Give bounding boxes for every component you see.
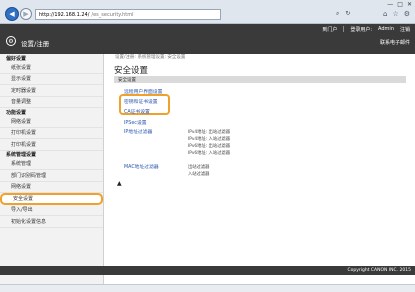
sidebar-item-init[interactable]: 初始化设置信息 bbox=[0, 216, 103, 228]
home-icon[interactable]: ⌂ bbox=[383, 10, 387, 18]
section-header: 安全设置 bbox=[114, 76, 406, 83]
browser-right-tools: ⌂ ☆ ⚙ bbox=[383, 10, 410, 18]
refresh-icon[interactable]: ↻ bbox=[345, 10, 350, 18]
arrow-left-icon: ◀ bbox=[9, 10, 15, 18]
minimize-button[interactable]: — bbox=[387, 1, 393, 8]
forward-button[interactable]: ▶ bbox=[20, 8, 32, 20]
ipsec-settings-link[interactable]: IPSec设置 bbox=[124, 119, 147, 126]
mac-filter-link[interactable]: MAC地址过滤器 bbox=[124, 163, 159, 170]
sidebar: 偏好设置 纸张设置 显示设置 定时器设置 音量调整 功能设置 网络设置 打印机设… bbox=[0, 54, 104, 284]
copyright-text: Copyright CANON INC. 2015 bbox=[347, 268, 412, 273]
mac-filter-note: 入站过滤器 bbox=[188, 172, 210, 177]
ip-filter-note: IPv6地址: 出站过滤器 bbox=[188, 144, 231, 149]
star-icon[interactable]: ☆ bbox=[392, 10, 398, 18]
sidebar-item-network-mgmt[interactable]: 网络设置 bbox=[0, 182, 103, 193]
back-to-top-icon[interactable]: ▲ bbox=[117, 180, 122, 187]
url-host: http://192.168.1.24/ bbox=[39, 11, 90, 18]
portal-link[interactable]: 到门户 bbox=[322, 26, 337, 33]
ip-filter-link[interactable]: IP地址过滤器 bbox=[124, 128, 152, 135]
sidebar-item-timer[interactable]: 定时器设置 bbox=[0, 85, 103, 97]
address-bar[interactable]: http://192.168.1.24/ /es_security.html bbox=[35, 9, 221, 20]
maximize-button[interactable]: □ bbox=[397, 1, 403, 8]
sidebar-section-settings: 功能设置 bbox=[6, 109, 27, 116]
page-header-title: 设置/注册 bbox=[21, 40, 50, 48]
address-tools: ⌕ ↻ bbox=[336, 10, 350, 18]
logout-link[interactable]: 注销 bbox=[400, 26, 410, 33]
page-title: 安全设置 bbox=[114, 66, 149, 76]
login-user-label: 登录用户: bbox=[350, 26, 373, 33]
url-path: /es_security.html bbox=[91, 11, 134, 18]
ip-filter-note: IPv6地址: 入站过滤器 bbox=[188, 151, 231, 156]
divider bbox=[343, 26, 345, 32]
sidebar-item-import-export[interactable]: 导入/导出 bbox=[0, 205, 103, 216]
login-user-value: Admin bbox=[378, 26, 394, 32]
window-controls: — □ ✕ bbox=[387, 1, 412, 8]
browser-status-bar bbox=[0, 284, 415, 292]
close-window-button[interactable]: ✕ bbox=[407, 1, 412, 8]
gear-icon[interactable]: ⚙ bbox=[404, 10, 410, 18]
sidebar-section-prefs: 偏好设置 bbox=[6, 55, 27, 62]
sidebar-section-mgmt: 系统管理设置 bbox=[6, 152, 37, 158]
settings-home-icon[interactable]: ⚙ bbox=[6, 36, 16, 46]
mac-filter-note: 出站过滤器 bbox=[188, 165, 210, 170]
sidebar-item-system-mgmt[interactable]: 系统管理 bbox=[0, 159, 103, 170]
sidebar-item-printer-2[interactable]: 打印机设置 bbox=[0, 139, 103, 151]
contact-mail-link[interactable]: 联系电子邮件 bbox=[380, 39, 410, 46]
sidebar-item-volume[interactable]: 音量调整 bbox=[0, 97, 103, 108]
breadcrumb: 设置/注册: 系统管理设置: 安全设置 bbox=[115, 55, 186, 60]
arrow-right-icon: ▶ bbox=[23, 10, 29, 18]
app-header: 到门户 登录用户: Admin 注销 ⚙ 设置/注册 联系电子邮件 bbox=[0, 24, 415, 54]
back-button[interactable]: ◀ bbox=[5, 7, 19, 21]
ca-cert-settings-link[interactable]: CA证书设置 bbox=[124, 108, 150, 115]
sidebar-item-security[interactable]: 安全设置 bbox=[0, 193, 103, 205]
ip-filter-note: IPv4地址: 入站过滤器 bbox=[188, 137, 231, 142]
sidebar-item-network[interactable]: 网络设置 bbox=[0, 116, 103, 128]
sidebar-item-dept-id[interactable]: 部门识别码管理 bbox=[0, 170, 103, 182]
sidebar-item-paper[interactable]: 纸张设置 bbox=[0, 62, 103, 74]
footer: Copyright CANON INC. 2015 bbox=[0, 266, 415, 275]
sidebar-item-display[interactable]: 显示设置 bbox=[0, 74, 103, 85]
search-icon[interactable]: ⌕ bbox=[336, 10, 339, 18]
key-cert-settings-link[interactable]: 密钥和证书设置 bbox=[124, 98, 158, 105]
browser-toolbar: — □ ✕ ◀ ▶ http://192.168.1.24/ /es_secur… bbox=[0, 0, 415, 24]
header-top-bar: 到门户 登录用户: Admin 注销 bbox=[322, 24, 415, 34]
sidebar-item-printer-1[interactable]: 打印机设置 bbox=[0, 128, 103, 139]
ip-filter-note: IPv4地址: 出站过滤器 bbox=[188, 130, 231, 135]
